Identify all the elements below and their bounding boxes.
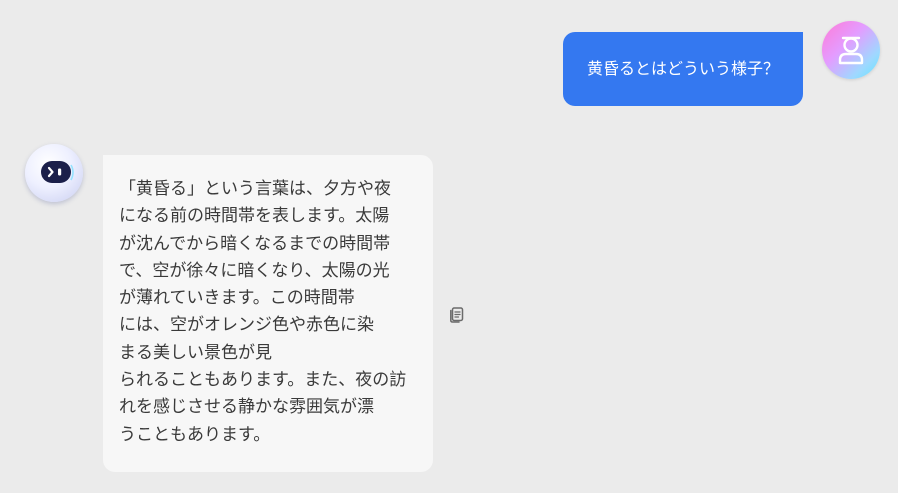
bot-message-line: られることもあります。また、夜の訪	[119, 370, 407, 391]
copy-icon	[450, 307, 464, 323]
bot-message-line: が薄れていきます。この時間帯	[119, 288, 355, 309]
copy-button[interactable]	[448, 305, 466, 323]
chat-area: 黄昏るとはどういう様子？ 「黄昏る」という言葉は、夕方や夜 になる前の時間帯を表…	[0, 0, 898, 493]
bot-message-line: まる美しい景色が見	[119, 342, 272, 363]
user-message-bubble: 黄昏るとはどういう様子？	[563, 32, 803, 106]
bot-message-line: には、空がオレンジ色や赤色に染	[119, 315, 374, 336]
bot-message-line: になる前の時間帯を表します。太陽	[119, 206, 390, 227]
robot-icon	[41, 161, 74, 183]
bot-message-bubble: 「黄昏る」という言葉は、夕方や夜 になる前の時間帯を表します。太陽 が沈んでから…	[103, 155, 433, 472]
user-message-text: 黄昏るとはどういう様子？	[586, 59, 779, 78]
user-icon	[838, 36, 864, 65]
bot-message-line: で、空が徐々に暗くなり、太陽の光	[119, 260, 390, 281]
bot-message-line: れを感じさせる静かな雰囲気が漂	[119, 397, 374, 418]
user-avatar[interactable]	[822, 21, 880, 79]
bot-message-line: うこともあります。	[119, 424, 271, 445]
bot-message-line: が沈んでから暗くなるまでの時間帯	[119, 233, 391, 254]
bot-message-line: 「黄昏る」という言葉は、夕方や夜	[119, 179, 391, 199]
bot-avatar[interactable]	[25, 144, 83, 202]
